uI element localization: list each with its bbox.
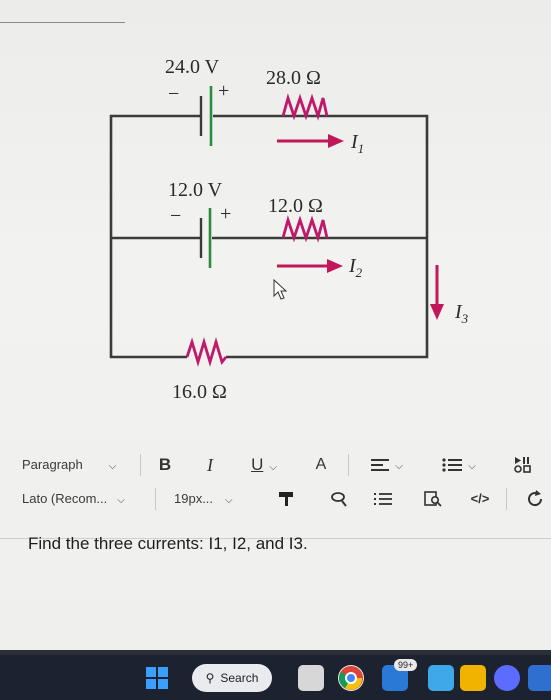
- format-painter-button[interactable]: [276, 482, 296, 516]
- paragraph-select-label: Paragraph: [22, 457, 83, 472]
- underline-label: U: [251, 455, 264, 474]
- highlighter-icon: [331, 491, 347, 507]
- mail-badge: 99+: [394, 659, 418, 671]
- toolbar-separator: [155, 488, 156, 510]
- refresh-icon: [528, 489, 543, 506]
- numbered-list-button[interactable]: [372, 482, 394, 516]
- toolbar-row-1: Paragraph ⌵ B I U ⌵ A ⌵ ⌵: [0, 448, 551, 482]
- numbered-list-icon: [374, 492, 392, 505]
- toolbar-separator: [140, 454, 141, 476]
- mouse-cursor-icon: [273, 278, 288, 300]
- current-3-label: I3: [454, 301, 469, 326]
- question-page: 24.0 V − + 12.0 V − + 28.0 Ω 12.0 Ω 16.0…: [0, 0, 551, 650]
- resistor-3-label: 16.0 Ω: [172, 381, 227, 403]
- circuit-wires: [109, 114, 429, 359]
- current-arrow-1: [277, 134, 344, 148]
- text-color-button[interactable]: A: [310, 448, 332, 482]
- paragraph-select[interactable]: Paragraph ⌵: [22, 448, 116, 484]
- list-button[interactable]: ⌵: [434, 448, 484, 482]
- outlook-icon[interactable]: [528, 665, 551, 691]
- code-icon: </>: [470, 491, 490, 506]
- battery-2: [199, 208, 212, 268]
- play-pause-icon: [514, 456, 531, 473]
- resistor-1-label: 28.0 Ω: [266, 67, 321, 89]
- toolbar-row-2: Lato (Recom... ⌵ 19px... ⌵ </>: [0, 482, 551, 516]
- list-icon: [442, 458, 463, 472]
- battery-2-plus: +: [220, 203, 231, 225]
- battery-2-minus: −: [170, 205, 181, 227]
- chevron-down-icon: ⌵: [108, 461, 117, 472]
- windows-taskbar: ⚲ Search 99+: [0, 655, 551, 700]
- bold-button[interactable]: B: [155, 448, 175, 482]
- editor-content[interactable]: Find the three currents: I1, I2, and I3.: [28, 534, 308, 554]
- chevron-down-icon: ⌵: [395, 461, 403, 472]
- search-icon: ⚲: [205, 671, 215, 685]
- rich-text-editor: Paragraph ⌵ B I U ⌵ A ⌵ ⌵ Lato (Recom...…: [0, 440, 551, 650]
- chevron-down-icon: ⌵: [117, 495, 125, 506]
- media-button[interactable]: [512, 448, 536, 482]
- battery-1-plus: +: [218, 80, 229, 102]
- copilot-icon[interactable]: [494, 665, 520, 691]
- toolbar-separator: [348, 454, 349, 476]
- underline-button[interactable]: U ⌵: [246, 448, 282, 482]
- paint-roller-icon: [279, 491, 293, 506]
- battery-1-minus: −: [168, 83, 179, 105]
- font-select[interactable]: Lato (Recom... ⌵: [22, 482, 125, 518]
- windows-start-icon[interactable]: [146, 667, 168, 689]
- highlight-button[interactable]: [328, 482, 350, 516]
- store-icon[interactable]: [428, 665, 454, 691]
- circuit-diagram: 24.0 V − + 12.0 V − + 28.0 Ω 12.0 Ω 16.0…: [109, 56, 469, 403]
- chevron-down-icon: ⌵: [225, 495, 233, 506]
- battery-1: [199, 86, 213, 146]
- font-size-select[interactable]: 19px... ⌵: [174, 482, 233, 518]
- current-1-label: I1: [350, 131, 364, 156]
- taskbar-search[interactable]: ⚲ Search: [192, 664, 272, 692]
- resistor-2: [281, 215, 329, 243]
- folder-icon[interactable]: [460, 665, 486, 691]
- find-replace-button[interactable]: [422, 482, 444, 516]
- align-icon: [371, 458, 390, 471]
- battery-2-voltage: 12.0 V: [168, 179, 223, 201]
- file-explorer-icon[interactable]: [298, 665, 324, 691]
- current-arrow-2: [277, 259, 343, 273]
- refresh-button[interactable]: [524, 482, 546, 516]
- search-label: Search: [220, 671, 259, 685]
- font-size-label: 19px...: [174, 491, 214, 506]
- current-arrow-3: [430, 265, 444, 320]
- italic-button[interactable]: I: [200, 448, 220, 482]
- chevron-down-icon: ⌵: [468, 461, 476, 472]
- text-color-label: A: [315, 456, 327, 473]
- align-button[interactable]: ⌵: [364, 448, 410, 482]
- resistor-3: [185, 337, 228, 367]
- resistor-1: [281, 93, 329, 121]
- resistor-2-label: 12.0 Ω: [268, 195, 323, 217]
- battery-1-voltage: 24.0 V: [165, 56, 220, 78]
- toolbar-separator: [506, 488, 507, 510]
- find-replace-icon: [424, 490, 442, 507]
- current-2-label: I2: [348, 255, 363, 280]
- chrome-icon[interactable]: [338, 665, 364, 691]
- font-select-label: Lato (Recom...: [22, 491, 108, 506]
- html-editor-button[interactable]: </>: [468, 482, 492, 516]
- chevron-down-icon: ⌵: [269, 462, 277, 473]
